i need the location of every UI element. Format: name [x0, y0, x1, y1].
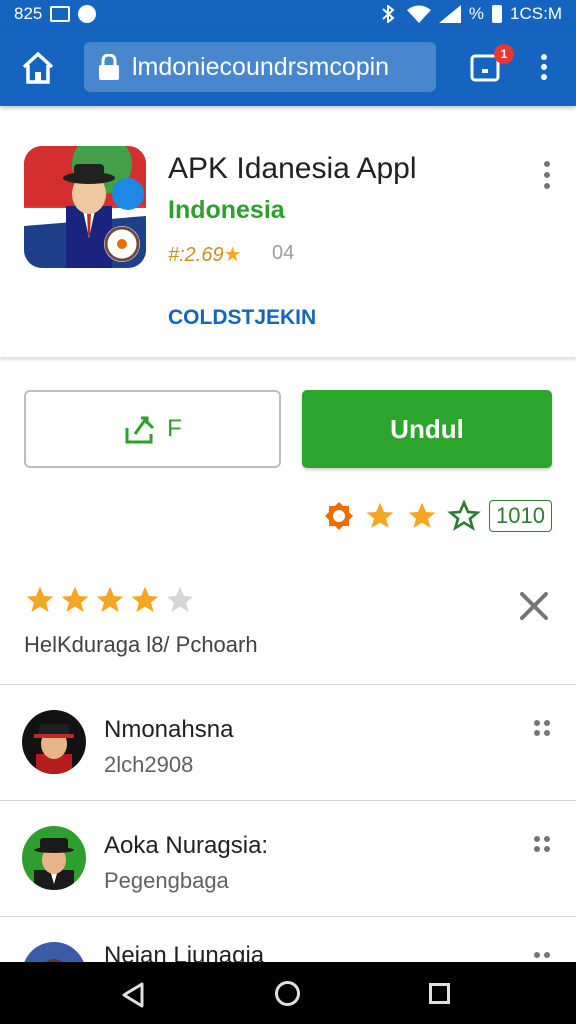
dot	[544, 836, 550, 842]
status-clock: 1CS:M	[510, 4, 562, 23]
badge-icon	[325, 502, 354, 530]
browser-toolbar: lmdoniecoundrsmcopin 1	[0, 28, 576, 106]
star-icon: ★	[223, 244, 242, 266]
dot	[544, 846, 550, 852]
notification-icon	[78, 5, 97, 23]
app-developer[interactable]: Indonesia	[168, 196, 285, 225]
app-title: APK Idanesia Appl	[168, 152, 417, 185]
star-outline-icon	[447, 500, 481, 531]
gallery-notification-icon	[50, 6, 71, 22]
list-item-name: Neian Liunagia	[104, 942, 265, 962]
list-item-subtitle: Pegengbaga	[104, 868, 229, 893]
share-label: F	[167, 415, 182, 442]
dot	[534, 720, 540, 726]
star-filled-icon	[366, 502, 394, 528]
more-options-button[interactable]	[534, 952, 550, 962]
bluetooth-icon	[382, 5, 395, 23]
battery-icon	[492, 5, 503, 23]
dot	[544, 952, 550, 958]
star-filled-icon	[61, 586, 89, 612]
dot	[544, 730, 550, 736]
review-stars	[24, 584, 196, 616]
app-card-menu-button[interactable]	[538, 158, 556, 192]
install-button[interactable]: Undul	[302, 390, 552, 468]
dot	[534, 952, 540, 958]
close-icon[interactable]	[516, 588, 552, 624]
recents-icon[interactable]	[429, 983, 450, 1004]
dot	[544, 172, 550, 178]
list-item[interactable]: Aoka Nuragsia: Pegengbaga	[0, 802, 576, 918]
wifi-icon	[406, 5, 431, 23]
star-filled-icon	[26, 586, 54, 612]
app-icon[interactable]	[24, 146, 146, 268]
dot	[544, 183, 550, 189]
dot	[534, 730, 540, 736]
app-card: APK Idanesia Appl Indonesia #:2.69★ 04 C…	[0, 112, 576, 358]
lock-icon	[99, 54, 119, 80]
signal-icon	[438, 5, 461, 23]
url-text: lmdoniecoundrsmcopin	[132, 52, 390, 81]
list-item[interactable]: Neian Liunagia	[0, 918, 576, 962]
dot	[541, 54, 547, 60]
list-item-subtitle: 2lch2908	[104, 752, 194, 777]
dot	[544, 161, 550, 167]
home-icon[interactable]	[20, 50, 56, 86]
list-item[interactable]: Nmonahsna 2lch2908	[0, 686, 576, 802]
tab-count-badge: 1	[494, 44, 514, 64]
url-bar[interactable]: lmdoniecoundrsmcopin	[84, 42, 436, 92]
star-filled-icon	[408, 502, 436, 528]
more-options-button[interactable]	[534, 836, 550, 852]
back-icon[interactable]	[120, 981, 146, 1009]
dot	[544, 720, 550, 726]
app-category-link[interactable]: COLDSTJEKIN	[168, 306, 316, 330]
status-bar: 825 % 1CS:M	[0, 0, 576, 28]
share-button[interactable]: F	[24, 390, 281, 468]
avatar	[22, 826, 86, 890]
divider	[0, 684, 576, 685]
mini-rating-row: 1010	[323, 500, 552, 532]
status-time: 825	[14, 4, 43, 23]
system-nav-bar	[0, 962, 576, 1024]
review-summary-text: HelKduraga l8/ Pchoarh	[24, 632, 258, 657]
more-options-button[interactable]	[534, 720, 550, 736]
star-filled-icon	[131, 586, 159, 612]
divider	[0, 800, 576, 801]
browser-menu-button[interactable]	[534, 50, 554, 84]
mini-rating-count: 1010	[489, 500, 552, 532]
avatar	[22, 942, 86, 962]
star-empty-icon	[166, 586, 194, 612]
list-item-name: Aoka Nuragsia:	[104, 832, 269, 859]
dot	[541, 64, 547, 70]
share-icon	[125, 416, 155, 444]
app-rating-value: #:2.69	[168, 244, 224, 266]
avatar	[22, 710, 86, 774]
app-review-count: 04	[272, 242, 295, 264]
dot	[541, 74, 547, 80]
dot	[534, 836, 540, 842]
app-rating: #:2.69★	[168, 242, 242, 267]
star-filled-icon	[96, 586, 124, 612]
list-item-name: Nmonahsna	[104, 716, 234, 743]
home-nav-icon[interactable]	[275, 981, 300, 1006]
install-label: Undul	[390, 413, 464, 444]
divider	[0, 916, 576, 917]
dot	[534, 846, 540, 852]
battery-percent: %	[468, 4, 485, 23]
